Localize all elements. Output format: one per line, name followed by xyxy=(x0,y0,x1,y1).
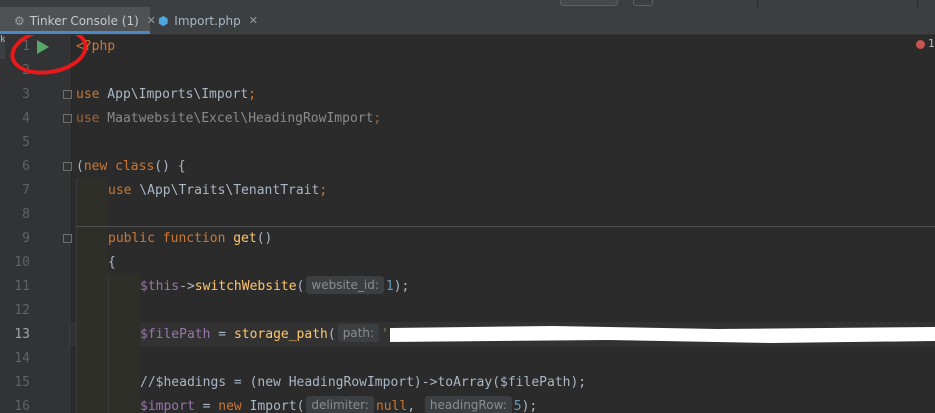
indent-guide-stripe xyxy=(76,178,108,413)
indent-guide xyxy=(76,178,77,413)
paren: ( xyxy=(76,159,84,174)
line-number: 6 xyxy=(22,159,30,174)
line-number: 7 xyxy=(22,183,30,198)
tab-import-php[interactable]: ⬢ Import.php ✕ xyxy=(152,7,258,34)
line-number: 15 xyxy=(14,375,30,390)
class-name: TenantTrait xyxy=(233,183,320,198)
php-file-icon: ⬢ xyxy=(158,13,169,28)
code-line-11: $this->switchWebsite(website_id: 1); xyxy=(140,275,409,299)
keyword: use xyxy=(76,87,100,102)
code-line-16: $import = new Import(delimiter: null, hea… xyxy=(140,395,537,413)
namespace: Maatwebsite\Excel\HeadingRowImport xyxy=(99,111,374,126)
method-name: switchWebsite xyxy=(194,279,297,294)
operator: = xyxy=(210,327,234,342)
code-line-7: use \App\Traits\TenantTrait; xyxy=(108,179,327,203)
keyword: new class xyxy=(83,159,155,174)
line-number: 16 xyxy=(14,399,30,413)
line-number: 8 xyxy=(22,207,30,222)
punct: ); xyxy=(393,279,410,294)
code-line-3: use App\Imports\Import; xyxy=(76,83,256,107)
code-line-10: { xyxy=(108,251,116,275)
variable: $this xyxy=(140,279,180,294)
error-indicator-icon[interactable] xyxy=(916,40,925,49)
line-number: 12 xyxy=(14,303,30,318)
string-literal: ' xyxy=(381,327,389,342)
toolbar-button[interactable] xyxy=(633,0,653,6)
code-editor[interactable]: k 1 2 3 4 5 6 7 8 9 10 11 12 13 14 15 16… xyxy=(0,35,935,413)
php-open-tag: <?php xyxy=(76,39,116,54)
editor-tab-bar: ⚙ Tinker Console (1) ✕ ⬢ Import.php ✕ xyxy=(0,7,935,35)
code-line-1: <?php xyxy=(76,35,115,59)
line-number: 3 xyxy=(22,87,30,102)
tab-label: Tinker Console (1) xyxy=(29,13,139,28)
line-number: 11 xyxy=(14,279,30,294)
arrow: -> xyxy=(179,279,195,294)
toolbar-divider xyxy=(757,0,758,7)
namespace: App\Imports\Import xyxy=(99,87,249,102)
tab-label: Import.php xyxy=(174,13,241,28)
operator: = xyxy=(194,399,219,413)
error-count[interactable]: 1 xyxy=(928,37,935,50)
run-config-selector[interactable] xyxy=(560,0,618,6)
parameter-hint: website_id: xyxy=(306,276,384,294)
punct: () xyxy=(256,231,273,246)
keyword: null xyxy=(375,399,408,413)
number: 1 xyxy=(385,279,394,294)
paren: ( xyxy=(296,399,305,413)
parameter-hint: headingRow: xyxy=(424,396,512,413)
number: 5 xyxy=(513,399,522,413)
line-number: 10 xyxy=(14,255,30,270)
code-line-9: public function get() xyxy=(108,227,272,251)
semicolon: ; xyxy=(373,111,382,126)
code-line-6: (new class() { xyxy=(76,155,186,179)
line-number: 13 xyxy=(14,327,30,342)
fold-icon[interactable] xyxy=(63,234,72,243)
indent-guide xyxy=(108,274,109,413)
toolbar-divider xyxy=(917,0,918,7)
keyword: use xyxy=(108,183,132,198)
toolbar-strip xyxy=(0,0,935,7)
keyword: new xyxy=(218,399,242,413)
parameter-hint: delimiter: xyxy=(306,396,374,413)
code-line-13: $filePath = storage_path(path: ' xyxy=(140,323,389,347)
parameter-hint: path: xyxy=(337,324,380,342)
semicolon: ; xyxy=(319,183,328,198)
tab-tinker-console[interactable]: ⚙ Tinker Console (1) ✕ xyxy=(0,7,156,34)
line-number: 9 xyxy=(22,231,30,246)
fold-icon[interactable] xyxy=(63,162,72,171)
function-name: get xyxy=(233,231,257,246)
code-line-15: //$headings = (new HeadingRowImport)->to… xyxy=(140,371,586,395)
comma: , xyxy=(407,399,416,413)
line-number: 14 xyxy=(14,351,30,366)
variable: $filePath xyxy=(140,327,211,342)
fold-icon[interactable] xyxy=(63,90,72,99)
keyword: use xyxy=(76,111,100,126)
indent-guide-stripe xyxy=(108,274,140,413)
fold-icon[interactable] xyxy=(63,114,72,123)
paren: ( xyxy=(296,279,305,294)
punct: ); xyxy=(521,399,538,413)
code-line-4: use Maatwebsite\Excel\HeadingRowImport; xyxy=(76,107,381,131)
line-number: 5 xyxy=(22,135,30,150)
brace: { xyxy=(108,255,116,270)
paren: ( xyxy=(327,327,336,342)
class-name: Import xyxy=(249,399,297,413)
namespace: \App\Traits\ xyxy=(131,183,234,198)
tinker-icon: ⚙ xyxy=(14,13,25,28)
close-icon[interactable]: ✕ xyxy=(249,14,258,27)
keyword: public function xyxy=(108,231,226,246)
comment: //$headings = (new HeadingRowImport)->to… xyxy=(140,375,587,390)
function-name: storage_path xyxy=(233,327,328,342)
semicolon: ; xyxy=(248,87,257,102)
variable: $import xyxy=(140,399,195,413)
punct: () { xyxy=(154,159,186,174)
line-number: 4 xyxy=(22,111,30,126)
